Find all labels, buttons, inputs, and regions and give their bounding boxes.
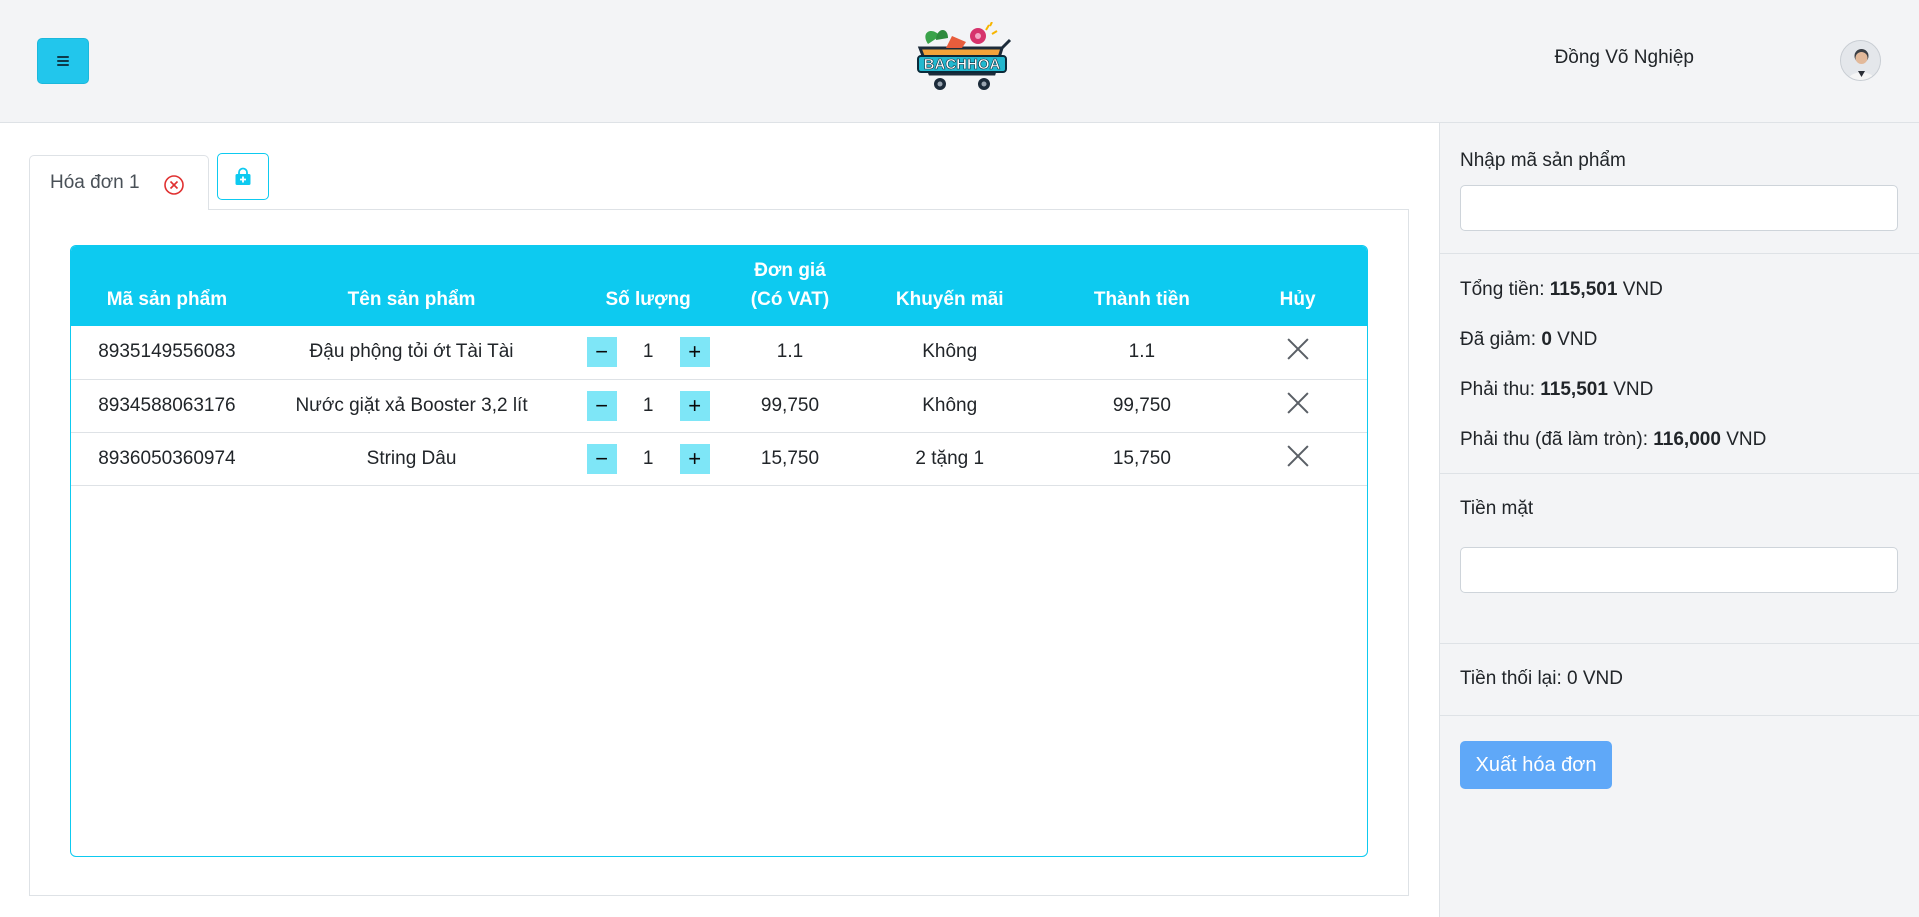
invoice-tab-panel: Mã sản phẩm Tên sản phẩm Số lượng Đơn gi…: [29, 209, 1409, 896]
discount-value: 0: [1541, 329, 1552, 350]
increase-qty-button[interactable]: +: [679, 443, 710, 474]
col-header-cancel: Hủy: [1279, 289, 1316, 310]
col-header-price-line1: Đơn giá: [754, 260, 826, 281]
cell-total: 15,750: [1112, 447, 1171, 469]
col-header-price-line2: (Có VAT): [750, 289, 830, 310]
due-rounded-currency: VND: [1726, 429, 1767, 450]
cell-qty: − 1 +: [560, 326, 736, 379]
table-row: 8934588063176 Nước giặt xả Booster 3,2 l…: [71, 379, 1367, 432]
cash-label: Tiền mặt: [1460, 498, 1534, 519]
cash-input[interactable]: [1460, 547, 1898, 593]
cell-cancel: [1228, 326, 1367, 379]
remove-item-close-icon[interactable]: [1286, 337, 1310, 361]
qty-value: 1: [642, 341, 654, 363]
cell-price: 15,750: [760, 447, 820, 469]
col-header-code: Mã sản phẩm: [106, 289, 228, 310]
cell-code: 8934588063176: [98, 394, 236, 416]
col-header-price: Đơn giá (Có VAT): [736, 246, 844, 326]
shopping-bag-plus-icon: [235, 167, 251, 185]
table-header-row: Mã sản phẩm Tên sản phẩm Số lượng Đơn gi…: [71, 246, 1367, 326]
decrease-qty-button[interactable]: −: [586, 337, 617, 368]
discount-label: Đã giảm:: [1460, 329, 1537, 350]
cell-promo: Không: [922, 394, 978, 416]
cell-price: 99,750: [760, 394, 820, 416]
add-invoice-button[interactable]: [217, 153, 269, 200]
logo-text: BACHHOA: [924, 56, 1001, 73]
cell-cancel: [1228, 379, 1367, 432]
user-name[interactable]: Đồng Võ Nghiệp: [1555, 47, 1694, 69]
decrease-qty-button[interactable]: −: [586, 390, 617, 421]
cell-code: 8936050360974: [98, 447, 236, 469]
cell-name: Nước giặt xả Booster 3,2 lít: [295, 394, 528, 416]
cell-total: 1.1: [1128, 341, 1156, 363]
due-value: 115,501: [1540, 379, 1608, 400]
user-avatar-icon: [1841, 41, 1880, 80]
cell-price: 1.1: [776, 341, 804, 363]
cart-table: Mã sản phẩm Tên sản phẩm Số lượng Đơn gi…: [71, 246, 1367, 486]
change-section: Tiền thối lại: 0 VND: [1440, 644, 1919, 716]
cell-promo: Không: [922, 341, 978, 363]
summary-section: Tổng tiền: 115,501 VND Đã giảm: 0 VND Ph…: [1440, 254, 1919, 474]
col-header-promo: Khuyến mãi: [895, 289, 1004, 310]
cell-total: 99,750: [1112, 394, 1171, 416]
circle-x-icon[interactable]: [163, 174, 185, 196]
hamburger-icon: [57, 56, 69, 66]
menu-toggle-button[interactable]: [37, 38, 89, 84]
product-code-label: Nhập mã sản phẩm: [1460, 150, 1626, 171]
cell-promo: 2 tặng 1: [915, 447, 985, 469]
col-header-name: Tên sản phẩm: [347, 289, 476, 310]
remove-item-close-icon[interactable]: [1286, 391, 1310, 415]
cell-name: String Dâu: [366, 447, 457, 469]
total-currency: VND: [1622, 279, 1663, 300]
user-avatar[interactable]: [1840, 40, 1881, 81]
cell-name: Đậu phộng tỏi ớt Tài Tài: [309, 341, 514, 363]
total-value: 115,501: [1549, 279, 1618, 300]
cell-qty: − 1 +: [560, 432, 736, 485]
tab-label: Hóa đơn 1: [50, 172, 140, 193]
change-text: Tiền thối lại: 0 VND: [1460, 668, 1623, 689]
table-row: 8935149556083 Đậu phộng tỏi ớt Tài Tài −…: [71, 326, 1367, 379]
product-code-section: Nhập mã sản phẩm: [1440, 123, 1919, 254]
total-label: Tổng tiền:: [1460, 279, 1545, 300]
due-rounded-line: Phải thu (đã làm tròn): 116,000 VND: [1460, 429, 1766, 451]
cell-qty: − 1 +: [560, 379, 736, 432]
cart-table-container: Mã sản phẩm Tên sản phẩm Số lượng Đơn gi…: [70, 245, 1368, 857]
cash-section: Tiền mặt: [1440, 474, 1919, 644]
tab-invoice-1[interactable]: Hóa đơn 1: [29, 155, 209, 210]
cell-cancel: [1228, 432, 1367, 485]
increase-qty-button[interactable]: +: [679, 390, 710, 421]
remove-item-close-icon[interactable]: [1286, 444, 1310, 468]
table-row: 8936050360974 String Dâu − 1 + 15,750 2 …: [71, 432, 1367, 485]
decrease-qty-button[interactable]: −: [586, 443, 617, 474]
total-line: Tổng tiền: 115,501 VND: [1460, 279, 1663, 301]
product-code-input[interactable]: [1460, 185, 1898, 231]
export-invoice-button[interactable]: Xuất hóa đơn: [1460, 741, 1612, 789]
due-line: Phải thu: 115,501 VND: [1460, 379, 1653, 401]
due-rounded-label: Phải thu (đã làm tròn):: [1460, 429, 1648, 450]
top-header: BACHHOA Đồng Võ Nghiệp: [0, 0, 1919, 123]
due-label: Phải thu:: [1460, 379, 1535, 400]
bachhoa-logo: BACHHOA: [917, 22, 1012, 90]
col-header-total: Thành tiền: [1093, 289, 1190, 310]
cell-code: 8935149556083: [98, 341, 236, 363]
discount-line: Đã giảm: 0 VND: [1460, 329, 1597, 351]
due-rounded-value: 116,000: [1653, 429, 1721, 450]
increase-qty-button[interactable]: +: [679, 337, 710, 368]
col-header-qty: Số lượng: [605, 289, 691, 310]
qty-value: 1: [642, 394, 654, 416]
due-currency: VND: [1613, 379, 1654, 400]
discount-currency: VND: [1557, 329, 1598, 350]
qty-value: 1: [642, 447, 654, 469]
checkout-sidebar: Nhập mã sản phẩm Tổng tiền: 115,501 VND …: [1439, 123, 1919, 917]
